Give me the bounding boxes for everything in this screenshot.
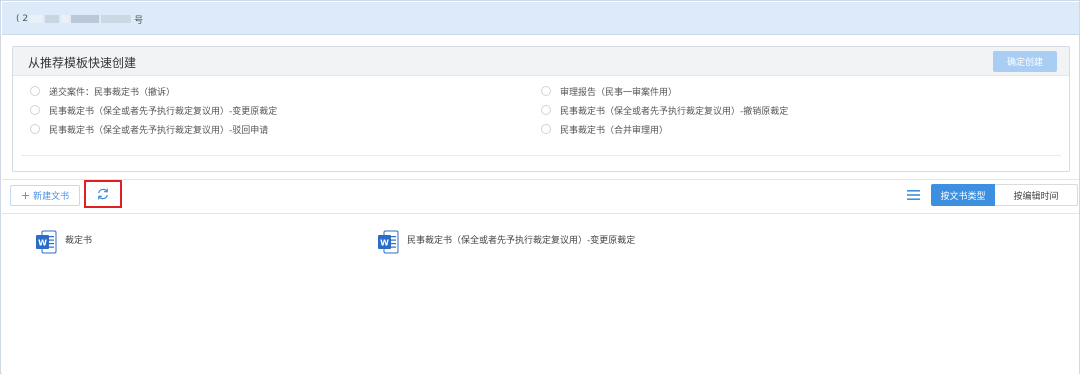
template-option[interactable]: 递交案件：民事裁定书（撤诉） xyxy=(30,84,175,98)
word-doc-icon: W xyxy=(36,230,57,254)
refresh-button[interactable] xyxy=(84,180,122,208)
divider xyxy=(21,155,1061,156)
svg-text:W: W xyxy=(380,239,389,248)
view-by-type-button[interactable]: 按文书类型 xyxy=(931,184,995,206)
template-option-label: 民事裁定书（合并审理用） xyxy=(560,125,669,136)
case-number-prefix: ( 2 xyxy=(16,14,29,24)
redaction-mask xyxy=(71,15,100,23)
case-number-suffix: 号 xyxy=(134,15,144,26)
redaction-mask xyxy=(61,15,70,23)
template-option[interactable]: 民事裁定书（保全或者先予执行裁定复议用）-变更原裁定 xyxy=(30,103,277,117)
template-panel-header: 从推荐模板快速创建 确定创建 xyxy=(13,47,1069,76)
word-doc-icon: W xyxy=(378,230,399,254)
new-document-label: 新建文书 xyxy=(33,192,70,202)
svg-text:W: W xyxy=(38,239,47,248)
template-option-label: 民事裁定书（保全或者先予执行裁定复议用）-撤销原裁定 xyxy=(560,106,789,117)
template-option-label: 民事裁定书（保全或者先予执行裁定复议用）-驳回申请 xyxy=(49,125,269,136)
template-option-label: 递交案件：民事裁定书（撤诉） xyxy=(49,87,176,98)
template-option-label: 民事裁定书（保全或者先予执行裁定复议用）-变更原裁定 xyxy=(49,106,278,117)
list-icon[interactable] xyxy=(907,189,920,201)
radio-button[interactable] xyxy=(30,124,40,134)
redaction-mask xyxy=(101,15,132,23)
document-toolbar: + 新建文书 按文书类型 按编辑时间 xyxy=(2,180,1079,211)
template-option[interactable]: 民事裁定书（合并审理用） xyxy=(541,122,668,136)
plus-icon: + xyxy=(20,189,31,202)
template-option[interactable]: 审理报告（民事一审案件用） xyxy=(541,84,677,98)
refresh-icon xyxy=(98,188,108,200)
confirm-create-button[interactable]: 确定创建 xyxy=(993,51,1057,72)
case-document-panel: ( 2 号 从推荐模板快速创建 确定创建 递交案件：民事裁定书（撤诉） 审理报告… xyxy=(0,0,1080,374)
case-number: ( 2 号 xyxy=(16,13,144,26)
template-option[interactable]: 民事裁定书（保全或者先予执行裁定复议用）-驳回申请 xyxy=(30,122,268,136)
radio-button[interactable] xyxy=(541,105,551,115)
document-item[interactable]: W 裁定书 xyxy=(35,230,92,254)
document-name: 裁定书 xyxy=(65,236,93,246)
template-list: 递交案件：民事裁定书（撤诉） 审理报告（民事一审案件用） 民事裁定书（保全或者先… xyxy=(13,76,1069,146)
template-option-label: 审理报告（民事一审案件用） xyxy=(560,87,678,98)
redaction-mask xyxy=(29,15,44,23)
view-by-time-button[interactable]: 按编辑时间 xyxy=(995,184,1078,206)
template-panel: 从推荐模板快速创建 确定创建 递交案件：民事裁定书（撤诉） 审理报告（民事一审案… xyxy=(12,46,1070,172)
document-item[interactable]: W 民事裁定书（保全或者先予执行裁定复议用）-变更原裁定 xyxy=(377,230,635,254)
document-name: 民事裁定书（保全或者先予执行裁定复议用）-变更原裁定 xyxy=(407,236,636,246)
radio-button[interactable] xyxy=(541,86,551,96)
radio-button[interactable] xyxy=(541,124,551,134)
radio-button[interactable] xyxy=(30,86,40,96)
redaction-mask xyxy=(45,15,60,23)
radio-button[interactable] xyxy=(30,105,40,115)
template-panel-title: 从推荐模板快速创建 xyxy=(28,56,137,70)
new-document-button[interactable]: + 新建文书 xyxy=(10,185,80,206)
template-option[interactable]: 民事裁定书（保全或者先予执行裁定复议用）-撤销原裁定 xyxy=(541,103,788,117)
case-title-bar: ( 2 号 xyxy=(2,2,1079,35)
document-list: W 裁定书 W 民事裁定书（保全或者先予执行裁定复议用）-变更原裁定 xyxy=(2,213,1079,374)
